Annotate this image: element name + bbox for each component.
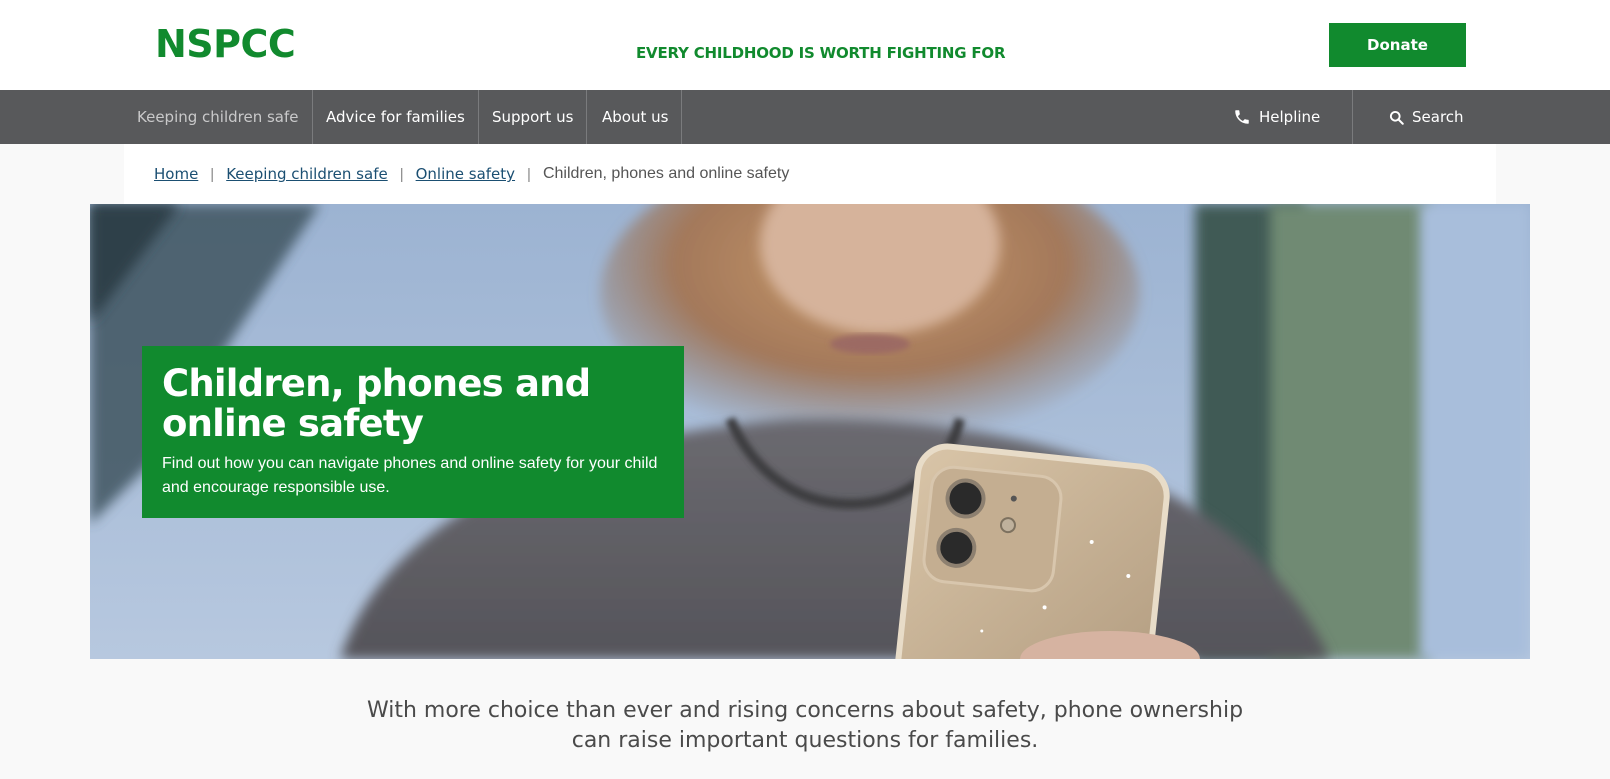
hero-card: Children, phones and online safety Find …: [142, 346, 684, 518]
intro-text: With more choice than ever and rising co…: [0, 696, 1610, 756]
breadcrumb-home-link[interactable]: Home: [154, 165, 198, 183]
site-header: NSPCC EVERY CHILDHOOD IS WORTH FIGHTING …: [0, 0, 1610, 90]
breadcrumb-separator: |: [527, 165, 531, 183]
nspcc-logo[interactable]: NSPCC: [155, 22, 296, 66]
breadcrumb-separator: |: [399, 165, 404, 183]
breadcrumb-keeping-children-safe-link[interactable]: Keeping children safe: [226, 165, 388, 183]
helpline-label: Helpline: [1259, 108, 1321, 126]
tagline: EVERY CHILDHOOD IS WORTH FIGHTING FOR: [636, 44, 1006, 62]
search-label: Search: [1412, 108, 1464, 126]
main-nav: Keeping children safe Advice for familie…: [0, 90, 1610, 144]
nav-item-label: Support us: [492, 108, 574, 126]
nav-item-label: Advice for families: [326, 108, 465, 126]
nav-item-about-us[interactable]: About us: [589, 90, 683, 144]
breadcrumb-current: Children, phones and online safety: [542, 165, 790, 182]
donate-button[interactable]: Donate: [1329, 23, 1466, 67]
breadcrumb-online-safety-link[interactable]: Online safety: [416, 165, 515, 183]
breadcrumb: Home | Keeping children safe | Online sa…: [124, 144, 1496, 204]
intro-line: can raise important questions for famili…: [571, 728, 1039, 753]
nav-item-label: Keeping children safe: [137, 108, 299, 126]
nav-item-advice-for-families[interactable]: Advice for families: [313, 90, 479, 144]
hero-subtitle: Find out how you can navigate phones and…: [162, 455, 658, 496]
hero-banner: Children, phones and online safety Find …: [90, 204, 1530, 659]
phone-icon: [1233, 108, 1251, 126]
intro-line: With more choice than ever and rising co…: [366, 698, 1244, 723]
search-icon: [1389, 110, 1404, 125]
nav-divider: [1352, 90, 1353, 144]
search-button[interactable]: Search: [1389, 90, 1464, 144]
nav-item-support-us[interactable]: Support us: [479, 90, 588, 144]
breadcrumb-separator: |: [210, 165, 215, 183]
nav-item-label: About us: [602, 108, 669, 126]
nav-item-keeping-children-safe[interactable]: Keeping children safe: [124, 90, 313, 144]
page-title: Children, phones and online safety: [162, 362, 591, 445]
helpline-link[interactable]: Helpline: [1233, 90, 1320, 144]
